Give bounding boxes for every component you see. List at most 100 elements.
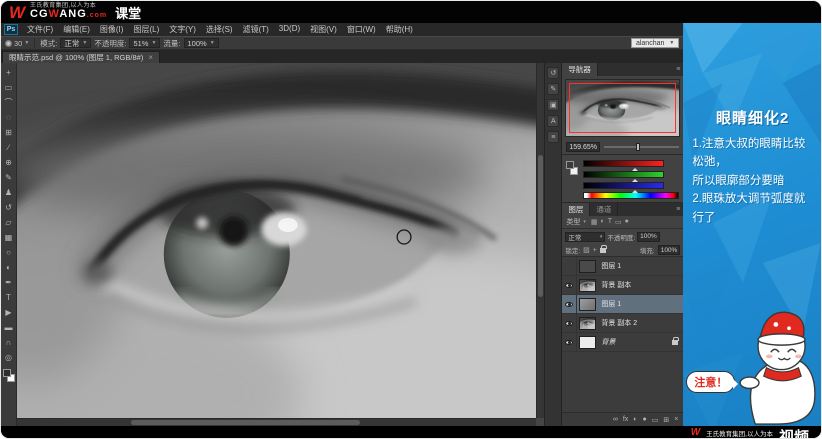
character-panel-icon[interactable]: A [547,115,560,127]
layer-row-2[interactable]: 图层 1 [562,295,684,314]
quick-select-tool[interactable]: ◌ [2,110,16,125]
navigator-thumbnail[interactable] [565,79,681,137]
layer-filter-icon-1[interactable]: ◐ [600,218,604,226]
tab-layers[interactable]: 图层 [562,203,591,216]
marquee-tool[interactable]: ▭ [2,80,16,95]
scrollbar-thumb[interactable] [538,155,544,298]
shape-tool[interactable]: ▬ [2,320,16,335]
red-slider[interactable] [583,159,679,171]
menu-item-3[interactable]: 图层(L) [128,24,164,35]
layer-mask-icon[interactable]: ◐ [633,416,637,423]
blend-mode-select[interactable]: 正常 ▼ [60,38,92,48]
cgwang-logo-icon: W [690,427,701,438]
zoom-slider-thumb[interactable] [635,143,640,151]
tab-channels[interactable]: 通道 [590,203,619,216]
adjustment-layer-icon[interactable]: ● [643,416,647,423]
visibility-toggle[interactable] [562,257,578,275]
menu-item-5[interactable]: 选择(S) [201,24,238,35]
layer-blend-mode-select[interactable]: 正常 ▾ [565,231,606,242]
brush-tool[interactable]: ✎ [2,170,16,185]
green-slider[interactable] [583,170,679,182]
path-select-tool[interactable]: ▶ [2,305,16,320]
zoom-tool[interactable]: ◎ [2,350,16,365]
panel-menu-icon[interactable]: ≡ [676,203,683,216]
foreground-color-swatch[interactable] [566,161,575,169]
brush-panel-icon[interactable]: ✎ [547,83,560,95]
type-tool[interactable]: T [2,290,16,305]
menu-item-7[interactable]: 3D(D) [274,24,305,35]
menu-item-4[interactable]: 文字(Y) [164,24,201,35]
new-group-icon[interactable]: ▭ [652,416,659,424]
history-brush-tool[interactable]: ↺ [2,200,16,215]
vertical-scrollbar[interactable] [536,63,545,418]
menu-item-2[interactable]: 图像(I) [95,24,129,35]
layer-effects-icon[interactable]: fx [623,416,628,423]
visibility-toggle[interactable] [562,314,578,332]
chevron-down-icon[interactable]: ▾ [583,219,586,225]
tab-navigator[interactable]: 导航器 [562,63,598,76]
fill-label: 填充: [639,248,655,255]
blur-tool[interactable]: ○ [2,245,16,260]
link-layers-icon[interactable]: ∞ [613,416,618,423]
lasso-tool[interactable]: ⌒ [2,95,16,110]
opacity-select[interactable]: 51% ▼ [129,38,161,48]
zoom-value-field[interactable]: 159.65% [566,142,600,152]
eraser-tool[interactable]: ▱ [2,215,16,230]
visibility-toggle[interactable] [562,333,578,351]
layer-filter-icon-0[interactable]: ▦ [591,218,598,226]
visibility-toggle[interactable] [562,295,578,313]
panel-menu-icon[interactable]: ≡ [676,63,683,76]
brush-preset-picker[interactable]: 30 ▼ [5,39,29,48]
layer-filter-icon-4[interactable]: ● [625,218,629,226]
healing-brush-tool[interactable]: ⊕ [2,155,16,170]
layer-row-0[interactable]: 图层 1 [562,257,684,276]
layer-filter-icon-2[interactable]: T [608,218,612,226]
gradient-tool[interactable]: ▦ [2,230,16,245]
blue-slider[interactable] [583,181,679,193]
document-tab[interactable]: 眼睛示范.psd @ 100% (图层 1, RGB/8#) × [2,51,160,63]
eyedropper-tool[interactable]: ∕ [2,140,16,155]
layer-row-1[interactable]: 背景 副本 [562,276,684,295]
canvas-area[interactable] [17,63,545,426]
layer-fill-field[interactable]: 100% [657,245,681,255]
scrollbar-thumb[interactable] [131,420,360,425]
horizontal-scrollbar[interactable] [17,418,537,426]
color-panel-swatches[interactable] [566,159,579,199]
menu-item-10[interactable]: 帮助(H) [381,24,418,35]
new-layer-icon[interactable]: ⊞ [663,416,669,424]
clone-source-panel-icon[interactable]: ▣ [547,99,560,111]
bottom-banner: W 王氏教育集团,以人为本 视频 [1,426,821,438]
pen-tool[interactable]: ✒ [2,275,16,290]
move-tool[interactable]: + [2,65,16,80]
layer-row-3[interactable]: 背景 副本 2 [562,314,684,333]
lock-all-icon[interactable] [599,244,607,253]
info-panel-icon[interactable]: ≡ [547,131,560,143]
zoom-slider[interactable] [603,143,680,151]
navigator-proxy-view[interactable] [569,83,677,133]
visibility-toggle[interactable] [562,276,578,294]
menu-item-9[interactable]: 窗口(W) [342,24,381,35]
menu-item-1[interactable]: 编辑(E) [58,24,95,35]
color-spectrum-bar[interactable] [583,192,680,199]
slider-handle[interactable] [631,187,638,193]
menu-item-8[interactable]: 视图(V) [305,24,342,35]
layer-filter-icon-3[interactable]: ▭ [615,218,622,226]
menu-item-0[interactable]: 文件(F) [22,24,58,35]
close-icon[interactable]: × [148,53,153,62]
history-panel-icon[interactable]: ↺ [547,67,560,79]
color-swatch-widget[interactable] [2,369,15,382]
dodge-tool[interactable]: ◐ [2,260,16,275]
flow-select[interactable]: 100% ▼ [183,38,219,48]
crop-tool[interactable]: ⊞ [2,125,16,140]
lock-icon-1[interactable]: + [593,247,597,254]
clone-stamp-tool[interactable]: ♟ [2,185,16,200]
lock-icon-0[interactable]: ▨ [583,246,590,254]
layer-row-4[interactable]: 背景 [562,333,684,352]
menu-item-6[interactable]: 滤镜(T) [238,24,274,35]
navigator-zoom-row: 159.65% [562,140,684,155]
delete-layer-icon[interactable]: × [674,416,678,423]
hand-tool[interactable]: ∩ [2,335,16,350]
workspace-select[interactable]: alanchan ▼ [630,38,680,48]
layer-opacity-field[interactable]: 100% [637,231,660,242]
foreground-color-swatch[interactable] [2,369,11,377]
